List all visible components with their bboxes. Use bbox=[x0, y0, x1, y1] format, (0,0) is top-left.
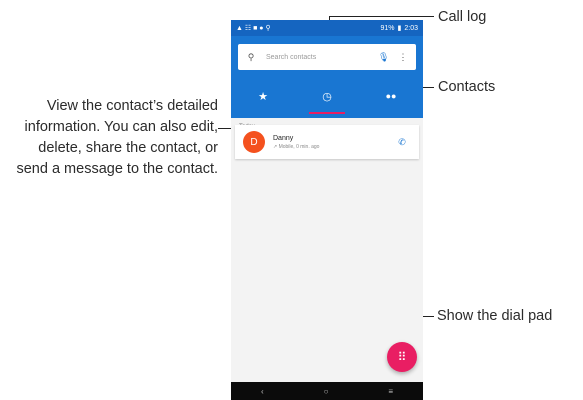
battery-icon: ▮ bbox=[397, 25, 402, 32]
status-bar: ▲ ☷ ■ ● ⚲ 91% ▮ 2:03 bbox=[231, 20, 423, 36]
navigation-bar: ‹ ○ ≡ bbox=[231, 382, 423, 400]
back-icon[interactable]: ‹ bbox=[261, 387, 264, 396]
phone-icon[interactable]: ✆ bbox=[395, 137, 409, 148]
call-log-leader-h bbox=[329, 16, 434, 17]
phone-screen: ▲ ☷ ■ ● ⚲ 91% ▮ 2:03 ⚲ Search contacts 🎙… bbox=[231, 20, 423, 400]
star-icon: ★ bbox=[258, 90, 268, 103]
recent-apps-icon[interactable]: ≡ bbox=[388, 387, 393, 396]
more-vert-icon[interactable]: ⋮ bbox=[398, 52, 408, 63]
tab-contacts[interactable]: ●● bbox=[359, 78, 423, 114]
dialpad-icon: ⠿ bbox=[397, 350, 407, 364]
call-detail: ↗ Mobile, 0 min. ago bbox=[273, 143, 320, 150]
contact-description-callout: View the contact’s detailed information.… bbox=[16, 98, 218, 177]
dialpad-button[interactable]: ⠿ bbox=[387, 342, 417, 372]
mic-icon[interactable]: 🎙 bbox=[378, 52, 389, 63]
contact-name: Danny bbox=[273, 134, 294, 142]
search-bar[interactable]: ⚲ Search contacts 🎙 ⋮ bbox=[238, 44, 416, 70]
clock-icon: ◷ bbox=[322, 90, 332, 103]
call-log-callout: Call log bbox=[438, 9, 487, 25]
dial-pad-callout: Show the dial pad bbox=[437, 308, 553, 324]
people-icon: ●● bbox=[385, 91, 397, 101]
tab-favorites[interactable]: ★ bbox=[231, 78, 295, 114]
search-icon: ⚲ bbox=[247, 51, 255, 62]
tab-recents[interactable]: ◷ bbox=[295, 78, 359, 114]
tab-bar: ★ ◷ ●● bbox=[231, 78, 423, 114]
status-icons-right: 91% ▮ 2:03 bbox=[380, 24, 419, 33]
battery-level: 91% bbox=[380, 24, 395, 32]
status-icons-left: ▲ ☷ ■ ● ⚲ bbox=[236, 25, 271, 32]
list-item-text: Danny ↗ Mobile, 0 min. ago bbox=[273, 135, 395, 150]
list-item[interactable]: D Danny ↗ Mobile, 0 min. ago ✆ bbox=[235, 125, 419, 159]
app-bar: ⚲ Search contacts 🎙 ⋮ ★ ◷ ●● bbox=[231, 36, 423, 118]
avatar[interactable]: D bbox=[243, 131, 265, 153]
contacts-callout: Contacts bbox=[438, 79, 496, 95]
clock-time: 2:03 bbox=[404, 24, 418, 32]
home-icon[interactable]: ○ bbox=[324, 387, 329, 396]
search-input[interactable]: Search contacts bbox=[266, 54, 378, 61]
